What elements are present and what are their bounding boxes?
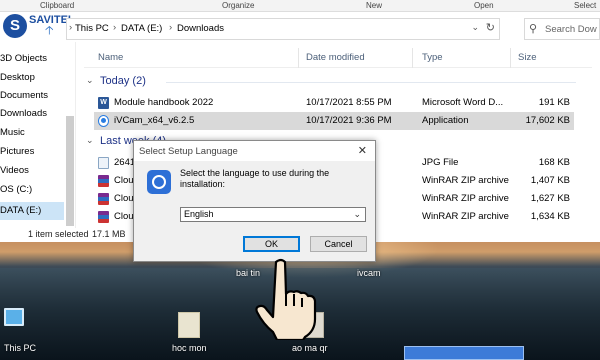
app-icon: [98, 115, 109, 127]
chevron-down-icon[interactable]: ⌄: [353, 209, 361, 220]
this-pc-icon[interactable]: [4, 308, 24, 326]
file-size: 168 KB: [538, 157, 570, 168]
nav-item-videos[interactable]: Videos: [0, 162, 64, 180]
folder-icon[interactable]: [178, 312, 200, 338]
winrar-icon: [98, 193, 109, 205]
word-icon: W: [98, 97, 109, 109]
refresh-icon[interactable]: ↻: [486, 21, 495, 34]
search-placeholder: Search Dow: [545, 24, 597, 35]
dialog-message: Select the language to use during the in…: [180, 168, 330, 189]
file-size: 1,627 KB: [530, 193, 570, 204]
nav-item-documents[interactable]: Documents: [0, 87, 64, 105]
column-headers: Name Date modified Type Size: [84, 48, 592, 68]
select-setup-language-dialog: Select Setup Language ✕ Select the langu…: [133, 140, 376, 262]
file-type: WinRAR ZIP archive: [422, 211, 509, 222]
ribbon-group-labels: Clipboard Organize New Open Select: [0, 0, 600, 12]
cancel-button[interactable]: Cancel: [310, 236, 367, 252]
file-size: 17,602 KB: [525, 115, 570, 126]
file-date: 10/17/2021 8:55 PM: [306, 97, 392, 108]
dialog-title-bar[interactable]: Select Setup Language ✕: [134, 141, 375, 161]
up-arrow-icon[interactable]: 🡡: [45, 21, 54, 42]
file-type: JPG File: [422, 157, 459, 168]
image-icon: [98, 157, 109, 169]
ribbon-clipboard: Clipboard: [40, 1, 75, 10]
ok-button[interactable]: OK: [243, 236, 300, 252]
close-icon[interactable]: ✕: [358, 144, 367, 157]
chevron-right-icon: ›: [69, 22, 73, 33]
search-icon: ⚲: [529, 23, 538, 35]
address-bar[interactable]: 🡡 › This PC › DATA (E:) › Downloads ⌄ ↻: [45, 18, 500, 40]
language-select-value: English: [184, 209, 214, 219]
file-size: 1,634 KB: [530, 211, 570, 222]
breadcrumb-this-pc[interactable]: This PC: [75, 23, 109, 34]
list-item[interactable]: W Module handbook 2022 10/17/2021 8:55 P…: [94, 94, 574, 112]
file-name: iVCam_x64_v6.2.5: [114, 115, 195, 126]
file-size: 1,407 KB: [530, 175, 570, 186]
nav-item-os-c[interactable]: OS (C:): [0, 181, 64, 199]
column-date-modified[interactable]: Date modified: [306, 52, 365, 63]
dialog-title: Select Setup Language: [139, 146, 238, 157]
taskbar-thumbnail[interactable]: [404, 346, 524, 360]
chevron-down-icon[interactable]: ⌄: [471, 22, 479, 33]
nav-item-data-e[interactable]: DATA (E:): [0, 202, 64, 220]
status-size: 17.1 MB: [92, 229, 126, 239]
file-type: Application: [422, 115, 469, 126]
nav-item-pictures[interactable]: Pictures: [0, 143, 64, 161]
navigation-pane: 3D Objects Desktop Documents Downloads M…: [0, 42, 76, 228]
desktop-icon-ivcam-label[interactable]: ivcam: [357, 268, 381, 278]
nav-scrollbar[interactable]: [66, 116, 74, 226]
chevron-right-icon: ›: [169, 22, 173, 33]
ribbon-select: Select: [574, 1, 597, 10]
desktop-icon-hoc-mon-label[interactable]: hoc mon: [172, 343, 207, 353]
ribbon-organize: Organize: [222, 1, 255, 10]
breadcrumb-data-e[interactable]: DATA (E:): [121, 23, 162, 34]
nav-item-music[interactable]: Music: [0, 124, 64, 142]
brand-mark: S: [3, 14, 27, 38]
column-divider[interactable]: [510, 48, 511, 68]
nav-item-3d-objects[interactable]: 3D Objects: [0, 50, 64, 68]
file-date: 10/17/2021 9:36 PM: [306, 115, 392, 126]
nav-item-desktop[interactable]: Desktop: [0, 69, 64, 87]
winrar-icon: [98, 175, 109, 187]
chevron-down-icon[interactable]: ⌄: [86, 135, 94, 146]
pointing-hand-icon: [255, 258, 317, 340]
ribbon-open: Open: [474, 1, 494, 10]
chevron-down-icon[interactable]: ⌄: [86, 75, 94, 86]
list-item[interactable]: iVCam_x64_v6.2.5 10/17/2021 9:36 PM Appl…: [94, 112, 574, 130]
file-type: WinRAR ZIP archive: [422, 193, 509, 204]
breadcrumb-downloads[interactable]: Downloads: [177, 23, 224, 34]
column-divider[interactable]: [412, 48, 413, 68]
column-type[interactable]: Type: [422, 52, 443, 63]
group-label-today: Today (2): [100, 75, 146, 87]
file-type: Microsoft Word D...: [422, 97, 504, 108]
file-size: 191 KB: [538, 97, 570, 108]
search-box[interactable]: ⚲ Search Dow: [524, 18, 600, 40]
ivcam-logo-icon: [147, 170, 171, 194]
desktop-icon-this-pc-label[interactable]: This PC: [4, 343, 36, 353]
winrar-icon: [98, 211, 109, 223]
status-selected: 1 item selected: [28, 229, 89, 239]
desktop-icon-ao-ma-qr-label[interactable]: ao ma qr: [292, 343, 328, 353]
language-select[interactable]: English ⌄: [180, 207, 366, 222]
file-name: Module handbook 2022: [114, 97, 214, 108]
group-divider: [166, 82, 576, 83]
file-type: WinRAR ZIP archive: [422, 175, 509, 186]
column-size[interactable]: Size: [518, 52, 536, 63]
column-divider[interactable]: [298, 48, 299, 68]
nav-item-downloads[interactable]: Downloads: [0, 105, 64, 123]
column-name[interactable]: Name: [98, 52, 123, 63]
chevron-right-icon: ›: [113, 22, 117, 33]
ribbon-new: New: [366, 1, 383, 10]
